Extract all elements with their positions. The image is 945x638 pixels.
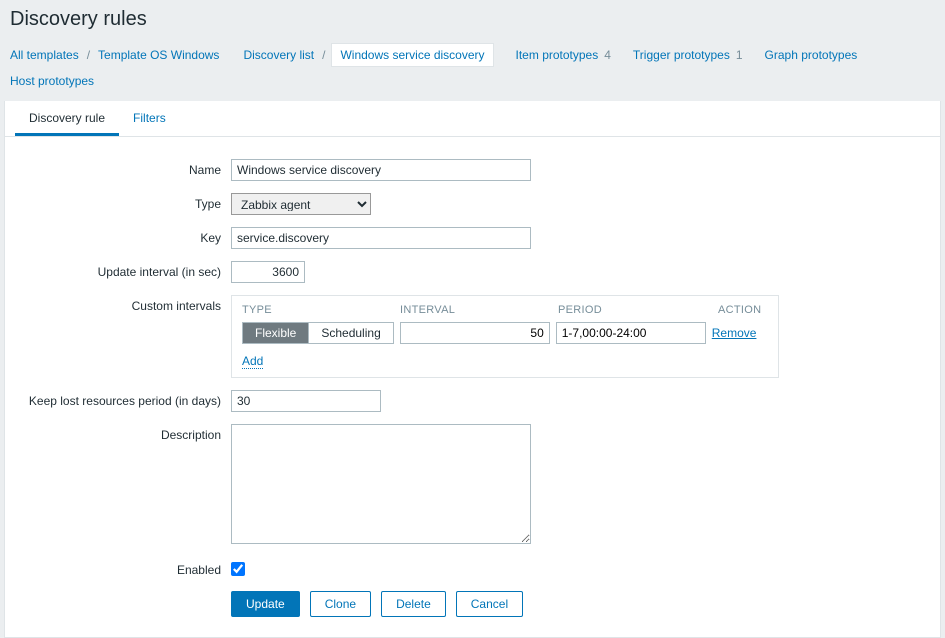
breadcrumb-sep: /	[85, 48, 92, 62]
ci-col-type: TYPE	[242, 304, 400, 316]
custom-intervals-box: TYPE INTERVAL PERIOD ACTION Flexible Sch…	[231, 295, 779, 378]
ci-type-segment: Flexible Scheduling	[242, 322, 394, 344]
breadcrumb-trigger-prototypes[interactable]: Trigger prototypes	[631, 45, 732, 65]
breadcrumb-sep: /	[320, 48, 327, 62]
breadcrumb-item-prototypes[interactable]: Item prototypes	[514, 45, 601, 65]
custom-intervals-label: Custom intervals	[15, 295, 231, 313]
ci-col-action: ACTION	[718, 304, 768, 316]
name-label: Name	[15, 159, 231, 177]
enabled-checkbox[interactable]	[231, 562, 245, 576]
breadcrumb-current: Windows service discovery	[331, 43, 493, 67]
ci-interval-input[interactable]	[400, 322, 550, 344]
description-label: Description	[15, 424, 231, 442]
keep-lost-input[interactable]	[231, 390, 381, 412]
breadcrumb-template-os[interactable]: Template OS Windows	[96, 45, 221, 65]
enabled-label: Enabled	[15, 559, 231, 577]
type-select[interactable]: Zabbix agent	[231, 193, 371, 215]
breadcrumb: All templates / Template OS Windows Disc…	[8, 43, 937, 101]
page-title: Discovery rules	[8, 8, 937, 31]
update-interval-input[interactable]	[231, 261, 305, 283]
ci-col-interval: INTERVAL	[400, 304, 558, 316]
form: Name Type Zabbix agent Key Update interv…	[5, 137, 940, 637]
trigger-prototypes-count: 1	[736, 48, 743, 62]
breadcrumb-discovery-list[interactable]: Discovery list	[241, 45, 316, 65]
update-button[interactable]: Update	[231, 591, 300, 617]
item-prototypes-count: 4	[604, 48, 611, 62]
ci-col-period: PERIOD	[558, 304, 718, 316]
ci-type-flexible[interactable]: Flexible	[243, 323, 308, 343]
ci-type-scheduling[interactable]: Scheduling	[308, 323, 392, 343]
ci-row: Flexible Scheduling Remove	[242, 322, 768, 344]
clone-button[interactable]: Clone	[310, 591, 371, 617]
breadcrumb-host-prototypes[interactable]: Host prototypes	[8, 71, 96, 91]
keep-lost-label: Keep lost resources period (in days)	[15, 390, 231, 408]
name-input[interactable]	[231, 159, 531, 181]
tab-discovery-rule[interactable]: Discovery rule	[15, 101, 119, 136]
tab-filters[interactable]: Filters	[119, 101, 180, 136]
description-textarea[interactable]	[231, 424, 531, 544]
ci-period-input[interactable]	[556, 322, 706, 344]
breadcrumb-graph-prototypes[interactable]: Graph prototypes	[763, 45, 860, 65]
ci-remove-link[interactable]: Remove	[712, 326, 757, 340]
breadcrumb-all-templates[interactable]: All templates	[8, 45, 81, 65]
update-interval-label: Update interval (in sec)	[15, 261, 231, 279]
cancel-button[interactable]: Cancel	[456, 591, 523, 617]
key-input[interactable]	[231, 227, 531, 249]
delete-button[interactable]: Delete	[381, 591, 446, 617]
type-label: Type	[15, 193, 231, 211]
tabs: Discovery rule Filters	[5, 101, 940, 137]
main-panel: Discovery rule Filters Name Type Zabbix …	[4, 101, 941, 638]
ci-add-link[interactable]: Add	[242, 354, 263, 369]
key-label: Key	[15, 227, 231, 245]
